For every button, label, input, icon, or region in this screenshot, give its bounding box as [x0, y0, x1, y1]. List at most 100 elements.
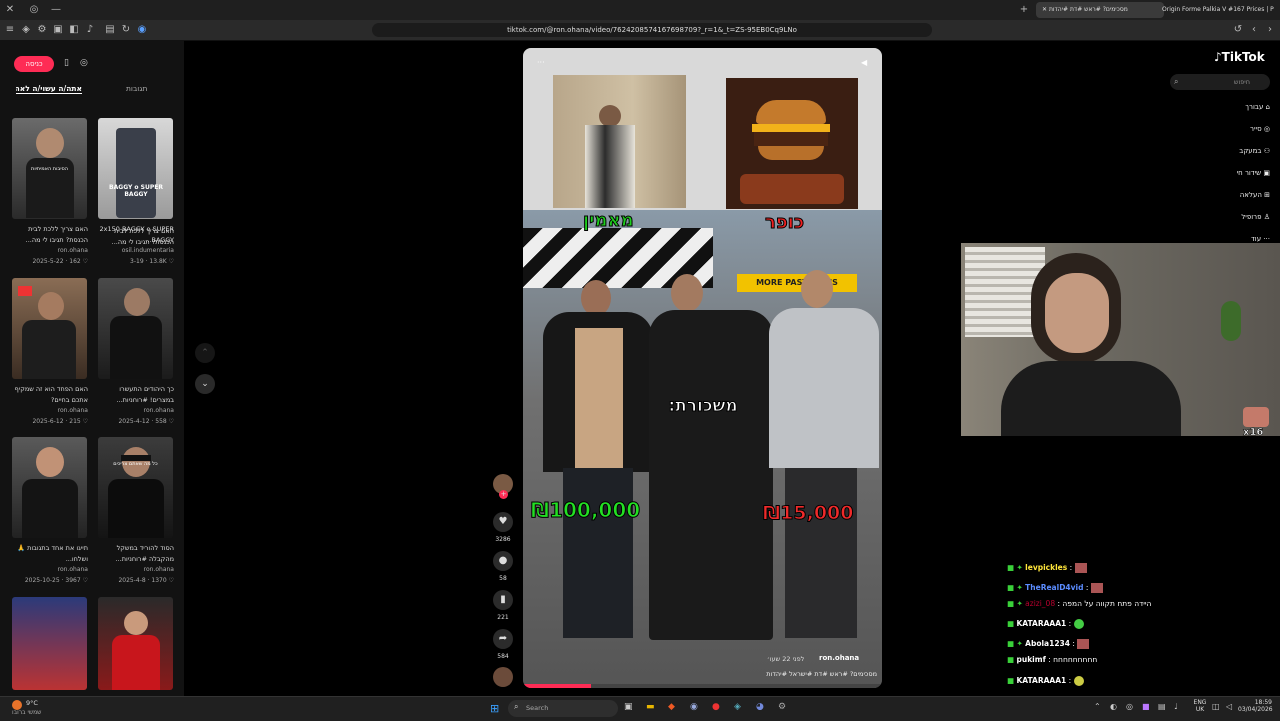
menu-icon[interactable]: ≡: [2, 22, 18, 38]
video-caption[interactable]: כך היהודים התעשרו במצרים! #רוחניות...: [94, 384, 174, 406]
progress-bar[interactable]: [523, 684, 882, 688]
tab-active[interactable]: ✕ מסכימים? #ראש #דת #יהדות: [1036, 2, 1164, 18]
label-believer: מאמין: [583, 210, 635, 232]
screenshot-icon[interactable]: ▤: [102, 22, 118, 38]
tray-icon[interactable]: ◎: [1126, 702, 1133, 711]
tab-inactive[interactable]: Origin Forme Palkia V #167 Prices | P: [1156, 2, 1280, 18]
sidebar-icon[interactable]: ▣: [50, 22, 66, 38]
settings-icon[interactable]: ⚙: [778, 702, 786, 712]
search-icon[interactable]: ⌕: [1174, 77, 1178, 87]
chat-username[interactable]: levpickles: [1025, 563, 1067, 572]
nav-label: עוד: [1250, 235, 1262, 243]
extensions-icon[interactable]: ⚙: [34, 22, 50, 38]
video-thumbnail[interactable]: [12, 437, 87, 538]
creator-avatar[interactable]: +: [492, 474, 514, 499]
task-view-icon[interactable]: ▣: [624, 702, 633, 712]
tray-icon[interactable]: ■: [1142, 702, 1150, 711]
discord-icon[interactable]: ◕: [756, 702, 764, 712]
chat-username[interactable]: pukimf: [1016, 655, 1045, 664]
tab-you-may-like[interactable]: אתה/ה עשוי/ה לאהוב: [16, 84, 82, 94]
chat-username[interactable]: KATARAAA1: [1016, 676, 1066, 685]
follow-plus-icon[interactable]: +: [499, 490, 508, 499]
chat-username[interactable]: TheRealD4vid: [1025, 583, 1083, 592]
audio-icon[interactable]: ◉: [134, 22, 150, 38]
new-tab-icon[interactable]: +: [1016, 2, 1032, 18]
file-explorer-icon[interactable]: ▬: [646, 702, 655, 712]
clock[interactable]: 18:59 03/04/2026: [1238, 699, 1273, 713]
music-icon[interactable]: ♪: [82, 22, 98, 38]
tiktok-logo[interactable]: ♪TikTok: [1214, 50, 1265, 64]
nav-upload[interactable]: ⊞ העלאה: [1240, 191, 1270, 199]
nav-for-you[interactable]: ⌂ עבורך: [1245, 103, 1270, 111]
volume-icon[interactable]: ◁: [1226, 702, 1232, 711]
brave-icon[interactable]: ◆: [668, 702, 675, 712]
video-thumbnail[interactable]: BAGGY o SUPER BAGGY: [98, 118, 173, 219]
sound-avatar[interactable]: [493, 667, 513, 687]
nav-following[interactable]: ⚇ במעקב: [1239, 147, 1270, 155]
minimize-icon[interactable]: —: [48, 2, 64, 18]
more-options-icon[interactable]: ···: [537, 58, 545, 67]
video-thumbnail[interactable]: [98, 597, 173, 690]
share-button[interactable]: ➦ 584: [492, 629, 514, 660]
back-icon[interactable]: ‹: [1246, 22, 1262, 38]
chat-username[interactable]: KATARAAA1: [1016, 619, 1066, 628]
steam-icon[interactable]: ◉: [690, 702, 698, 712]
video-author[interactable]: ron.ohana: [94, 565, 174, 575]
video-thumbnail[interactable]: [12, 278, 87, 379]
video-thumbnail[interactable]: [98, 278, 173, 379]
chat-username[interactable]: azizi_08: [1025, 599, 1055, 608]
search-box[interactable]: ⌕ חיפוש: [1170, 74, 1270, 90]
nav-profile[interactable]: ♙ פרופיל: [1241, 213, 1270, 221]
video-caption[interactable]: תייגו את אחד בתגובות 🙏 ושלחו...: [8, 543, 88, 565]
shield-icon[interactable]: ◈: [18, 22, 34, 38]
video-caption[interactable]: הסוד להוריד במשקל מהקבלה #רוחניות...: [94, 543, 174, 565]
video-caption[interactable]: 2x150 BAGGY o SUPER BAGGY...: [94, 224, 174, 246]
address-bar[interactable]: tiktok.com/@ron.ohana/video/762420857416…: [372, 23, 932, 37]
mobile-icon[interactable]: ▯: [64, 58, 69, 68]
close-window-icon[interactable]: ✕: [2, 2, 18, 18]
tray-icon[interactable]: ◐: [1110, 702, 1117, 711]
video-thumbnail[interactable]: כל מה שאתם צריכים: [98, 437, 173, 538]
forward-icon[interactable]: ›: [1262, 22, 1278, 38]
compass-icon[interactable]: ◎: [80, 58, 88, 68]
volume-icon[interactable]: ◀: [861, 58, 867, 67]
video-thumbnail[interactable]: הסיבות האמיתיות: [12, 118, 87, 219]
tray-icon[interactable]: ▤: [1158, 702, 1166, 711]
chat-message: ■ KATARAAA1 :: [1007, 617, 1084, 631]
person-body: [22, 479, 78, 538]
video-caption[interactable]: האם הפחד הוא זה שמקיף אתכם בחיים?: [8, 384, 88, 406]
video-author[interactable]: ron.ohana: [8, 246, 88, 256]
video-player[interactable]: MORE PASTA LESS מאמין כופר משכורת: ₪100,…: [523, 48, 882, 688]
like-button[interactable]: ♥ 3286: [492, 512, 514, 543]
login-button[interactable]: כניסה: [14, 56, 54, 72]
tray-overflow-icon[interactable]: ⌃: [1094, 702, 1101, 711]
network-icon[interactable]: ◫: [1212, 702, 1220, 711]
scroll-up-button[interactable]: ⌃: [195, 343, 215, 363]
video-caption[interactable]: האם צריך ללכת לבית הכנסת? תגיבו לי מה...: [8, 224, 88, 246]
chat-username[interactable]: Abola1234: [1025, 639, 1070, 648]
nav-live[interactable]: ▣ שידור חי: [1237, 169, 1270, 177]
language-indicator[interactable]: ENG UK: [1190, 699, 1210, 713]
close-tab-icon[interactable]: ✕: [1042, 6, 1049, 13]
video-author[interactable]: osil.indumentaria: [94, 246, 174, 256]
reload-icon[interactable]: ↻: [118, 22, 134, 38]
tab-comments[interactable]: תגובות: [126, 84, 147, 93]
video-thumbnail[interactable]: [12, 597, 87, 690]
app-icon[interactable]: ◈: [734, 702, 741, 712]
history-icon[interactable]: ↺: [1230, 22, 1246, 38]
video-author[interactable]: ron.ohana: [8, 565, 88, 575]
video-author[interactable]: ron.ohana: [94, 406, 174, 416]
split-view-icon[interactable]: ◧: [66, 22, 82, 38]
microphone-icon[interactable]: ♩: [1174, 702, 1178, 711]
video-author[interactable]: ron.ohana: [819, 654, 859, 662]
video-author[interactable]: ron.ohana: [8, 406, 88, 416]
taskbar-search[interactable]: ⌕ Search: [508, 700, 618, 717]
nav-explore[interactable]: ◎ סייר: [1250, 125, 1270, 133]
obs-icon[interactable]: ●: [712, 702, 720, 712]
nav-more[interactable]: ··· עוד: [1251, 235, 1270, 243]
start-button[interactable]: ⊞: [490, 702, 499, 715]
comment-button[interactable]: ● 58: [492, 551, 514, 582]
save-button[interactable]: ▮ 221: [492, 590, 514, 621]
browser-menu-icon[interactable]: ◎: [26, 2, 42, 18]
scroll-down-button[interactable]: ⌄: [195, 374, 215, 394]
